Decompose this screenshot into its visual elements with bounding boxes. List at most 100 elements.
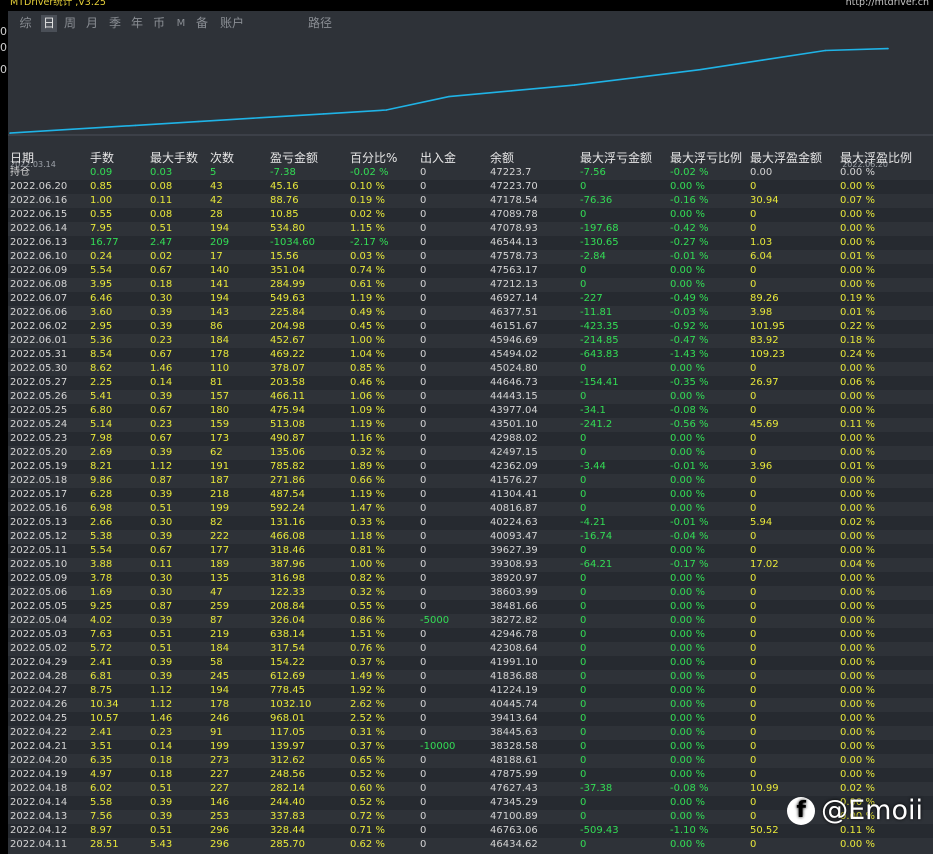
cell-0: 2022.06.10 bbox=[10, 251, 68, 262]
cell-8: 0 bbox=[580, 629, 587, 640]
table-row[interactable]: 2022.05.02 5.72 0.51 184 317.54 0.76 % 0 42308.… bbox=[8, 642, 933, 656]
table-row[interactable]: 2022.05.20 2.69 0.39 62 135.06 0.32 % 0 42497.1… bbox=[8, 446, 933, 460]
cell-2: 0.87 bbox=[150, 601, 173, 612]
table-row[interactable]: 2022.06.15 0.55 0.08 28 10.85 0.02 % 0 47089.78… bbox=[8, 208, 933, 222]
table-row[interactable]: 2022.04.22 2.41 0.23 91 117.05 0.31 % 0 38445.6… bbox=[8, 726, 933, 740]
table-row[interactable]: 2022.05.30 8.62 1.46 110 378.07 0.85 % 0 45024.… bbox=[8, 362, 933, 376]
tab-7[interactable]: M bbox=[175, 15, 187, 32]
cell-11: 0.24 % bbox=[840, 349, 875, 360]
table-row[interactable]: 2022.04.26 10.34 1.12 178 1032.10 2.62 % 0 4044… bbox=[8, 698, 933, 712]
cell-5: 0.19 % bbox=[350, 195, 385, 206]
cell-8: -76.36 bbox=[580, 195, 613, 206]
table-row[interactable]: 2022.06.20 0.85 0.08 43 45.16 0.10 % 0 47223.70… bbox=[8, 180, 933, 194]
column-header[interactable]: 日期 bbox=[10, 151, 34, 166]
column-header[interactable]: 次数 bbox=[210, 151, 234, 166]
column-header[interactable]: 手数 bbox=[90, 151, 114, 166]
column-header[interactable]: 最大手数 bbox=[150, 151, 198, 166]
table-row[interactable]: 2022.04.12 8.97 0.51 296 328.44 0.71 % 0 46763.… bbox=[8, 824, 933, 838]
tab-6[interactable]: 币 bbox=[151, 15, 167, 32]
cell-1: 1.00 bbox=[90, 195, 113, 206]
table-row[interactable]: 2022.05.03 7.63 0.51 219 638.14 1.51 % 0 42946.… bbox=[8, 628, 933, 642]
table-row[interactable]: 2022.04.11 28.51 5.43 296 285.70 0.62 % 0 46434… bbox=[8, 838, 933, 852]
cell-4: 612.69 bbox=[270, 671, 305, 682]
column-header[interactable]: 最大浮亏比例 bbox=[670, 151, 742, 166]
cell-7: 40816.87 bbox=[490, 503, 538, 514]
table-row[interactable]: 2022.04.25 10.57 1.46 246 968.01 2.52 % 0 39413… bbox=[8, 712, 933, 726]
table-row[interactable]: 2022.05.27 2.25 0.14 81 203.58 0.46 % 0 44646.7… bbox=[8, 376, 933, 390]
table-row[interactable]: 2022.04.18 6.02 0.51 227 282.14 0.60 % 0 47627.… bbox=[8, 782, 933, 796]
column-header[interactable]: 百分比% bbox=[350, 151, 397, 166]
tab-3[interactable]: 月 bbox=[85, 15, 99, 32]
tab-9[interactable]: 账户 bbox=[216, 15, 248, 32]
tab-2[interactable]: 周 bbox=[63, 15, 77, 32]
table-row[interactable]: 2022.06.08 3.95 0.18 141 284.99 0.61 % 0 47212.… bbox=[8, 278, 933, 292]
cell-3: 17 bbox=[210, 251, 223, 262]
table-row[interactable]: 2022.06.01 5.36 0.23 184 452.67 1.00 % 0 45946.… bbox=[8, 334, 933, 348]
cell-8: 0 bbox=[580, 475, 587, 486]
table-row[interactable]: 2022.05.16 6.98 0.51 199 592.24 1.47 % 0 40816.… bbox=[8, 502, 933, 516]
table-row[interactable]: 2022.05.31 8.54 0.67 178 469.22 1.04 % 0 45494.… bbox=[8, 348, 933, 362]
table-row[interactable]: 2022.04.27 8.75 1.12 194 778.45 1.92 % 0 41224.… bbox=[8, 684, 933, 698]
table-row[interactable]: 2022.06.14 7.95 0.51 194 534.80 1.15 % 0 47078.… bbox=[8, 222, 933, 236]
table-row[interactable]: 2022.05.24 5.14 0.23 159 513.08 1.19 % 0 43501.… bbox=[8, 418, 933, 432]
table-row[interactable]: 2022.04.20 6.35 0.18 273 312.62 0.65 % 0 48188.… bbox=[8, 754, 933, 768]
cell-4: 1032.10 bbox=[270, 699, 312, 710]
cell-9: 0.00 % bbox=[670, 363, 705, 374]
cell-5: 1.00 % bbox=[350, 559, 385, 570]
tab-0[interactable]: 综 bbox=[17, 15, 34, 32]
equity-point bbox=[322, 113, 325, 115]
tab-1[interactable]: 日 bbox=[41, 15, 57, 32]
table-row[interactable]: 2022.05.06 1.69 0.30 47 122.33 0.32 % 0 38603.9… bbox=[8, 586, 933, 600]
tab-5[interactable]: 年 bbox=[129, 15, 145, 32]
table-row[interactable]: 2022.06.13 16.77 2.47 209 -1034.60 -2.17 % 0 46… bbox=[8, 236, 933, 250]
cell-3: 194 bbox=[210, 685, 230, 696]
cell-11: 0.00 % bbox=[840, 629, 875, 640]
column-header[interactable]: 盈亏金额 bbox=[270, 151, 318, 166]
cell-9: 0.00 % bbox=[670, 573, 705, 584]
cell-4: 154.22 bbox=[270, 657, 305, 668]
table-row[interactable]: 2022.05.09 3.78 0.30 135 316.98 0.82 % 0 38920.… bbox=[8, 572, 933, 586]
cell-7: 46151.67 bbox=[490, 321, 538, 332]
table-row[interactable]: 2022.05.12 5.38 0.39 222 466.08 1.18 % 0 40093.… bbox=[8, 530, 933, 544]
table-row[interactable]: 2022.06.06 3.60 0.39 143 225.84 0.49 % 0 46377.… bbox=[8, 306, 933, 320]
table-row[interactable]: 2022.05.19 8.21 1.12 191 785.82 1.89 % 0 42362.… bbox=[8, 460, 933, 474]
stats-panel: 综日周月季年币 M 备账户 路径 2022.03.14 2022.06.20 日期 手数… bbox=[8, 11, 933, 854]
table-row[interactable]: 2022.05.11 5.54 0.67 177 318.46 0.81 % 0 39627.… bbox=[8, 544, 933, 558]
cell-7: 41304.41 bbox=[490, 489, 538, 500]
table-row[interactable]: 2022.05.26 5.41 0.39 157 466.11 1.06 % 0 44443.… bbox=[8, 390, 933, 404]
table-row[interactable]: 2022.06.09 5.54 0.67 140 351.04 0.74 % 0 47563.… bbox=[8, 264, 933, 278]
cell-6: 0 bbox=[420, 335, 427, 346]
table-row[interactable]: 2022.04.28 6.81 0.39 245 612.69 1.49 % 0 41836.… bbox=[8, 670, 933, 684]
table-row[interactable]: 2022.05.10 3.88 0.11 189 387.96 1.00 % 0 39308.… bbox=[8, 558, 933, 572]
table-row[interactable]: 2022.04.19 4.97 0.18 227 248.56 0.52 % 0 47875.… bbox=[8, 768, 933, 782]
equity-point bbox=[824, 49, 827, 52]
table-row[interactable]: 2022.05.23 7.98 0.67 173 490.87 1.16 % 0 42988.… bbox=[8, 432, 933, 446]
table-row[interactable]: 2022.05.18 9.86 0.87 187 271.86 0.66 % 0 41576.… bbox=[8, 474, 933, 488]
table-row[interactable]: 2022.05.13 2.66 0.30 82 131.16 0.33 % 0 40224.6… bbox=[8, 516, 933, 530]
tab-8[interactable]: 备 bbox=[194, 15, 210, 32]
table-row[interactable]: 2022.05.05 9.25 0.87 259 208.84 0.55 % 0 38481.… bbox=[8, 600, 933, 614]
column-header[interactable]: 最大浮亏金额 bbox=[580, 151, 652, 166]
column-header[interactable]: 最大浮盈比例 bbox=[840, 151, 912, 166]
column-header[interactable]: 余额 bbox=[490, 151, 514, 166]
cell-8: 0 bbox=[580, 265, 587, 276]
column-header[interactable]: 最大浮盈金额 bbox=[750, 151, 822, 166]
open-position-row[interactable]: 持仓 0.09 0.03 5 -7.38 -0.02 % 0 47223.7 -7.56 -0.0… bbox=[8, 166, 933, 180]
app-url[interactable]: http://mtdriver.cn bbox=[846, 0, 929, 9]
cell-3: 62 bbox=[210, 447, 223, 458]
table-row[interactable]: 2022.05.25 6.80 0.67 180 475.94 1.09 % 0 43977.… bbox=[8, 404, 933, 418]
table-row[interactable]: 2022.06.16 1.00 0.11 42 88.76 0.19 % 0 47178.54… bbox=[8, 194, 933, 208]
cell-9: 0.00 % bbox=[670, 699, 705, 710]
table-row[interactable]: 2022.04.29 2.41 0.39 58 154.22 0.37 % 0 41991.1… bbox=[8, 656, 933, 670]
table-row[interactable]: 2022.06.02 2.95 0.39 86 204.98 0.45 % 0 46151.6… bbox=[8, 320, 933, 334]
column-header[interactable]: 出入金 bbox=[420, 151, 456, 166]
tab-4[interactable]: 季 bbox=[107, 15, 123, 32]
table-row[interactable]: 2022.04.21 3.51 0.14 199 139.97 0.37 % -10000 3… bbox=[8, 740, 933, 754]
table-row[interactable]: 2022.05.04 4.02 0.39 87 326.04 0.86 % -5000 382… bbox=[8, 614, 933, 628]
cell-7: 42988.02 bbox=[490, 433, 538, 444]
table-row[interactable]: 2022.05.17 6.28 0.39 218 487.54 1.19 % 0 41304.… bbox=[8, 488, 933, 502]
cell-2: 0.18 bbox=[150, 755, 173, 766]
tab-10[interactable]: 路径 bbox=[304, 15, 336, 32]
table-row[interactable]: 2022.06.10 0.24 0.02 17 15.56 0.03 % 0 47578.73… bbox=[8, 250, 933, 264]
table-row[interactable]: 2022.06.07 6.46 0.30 194 549.63 1.19 % 0 46927.… bbox=[8, 292, 933, 306]
